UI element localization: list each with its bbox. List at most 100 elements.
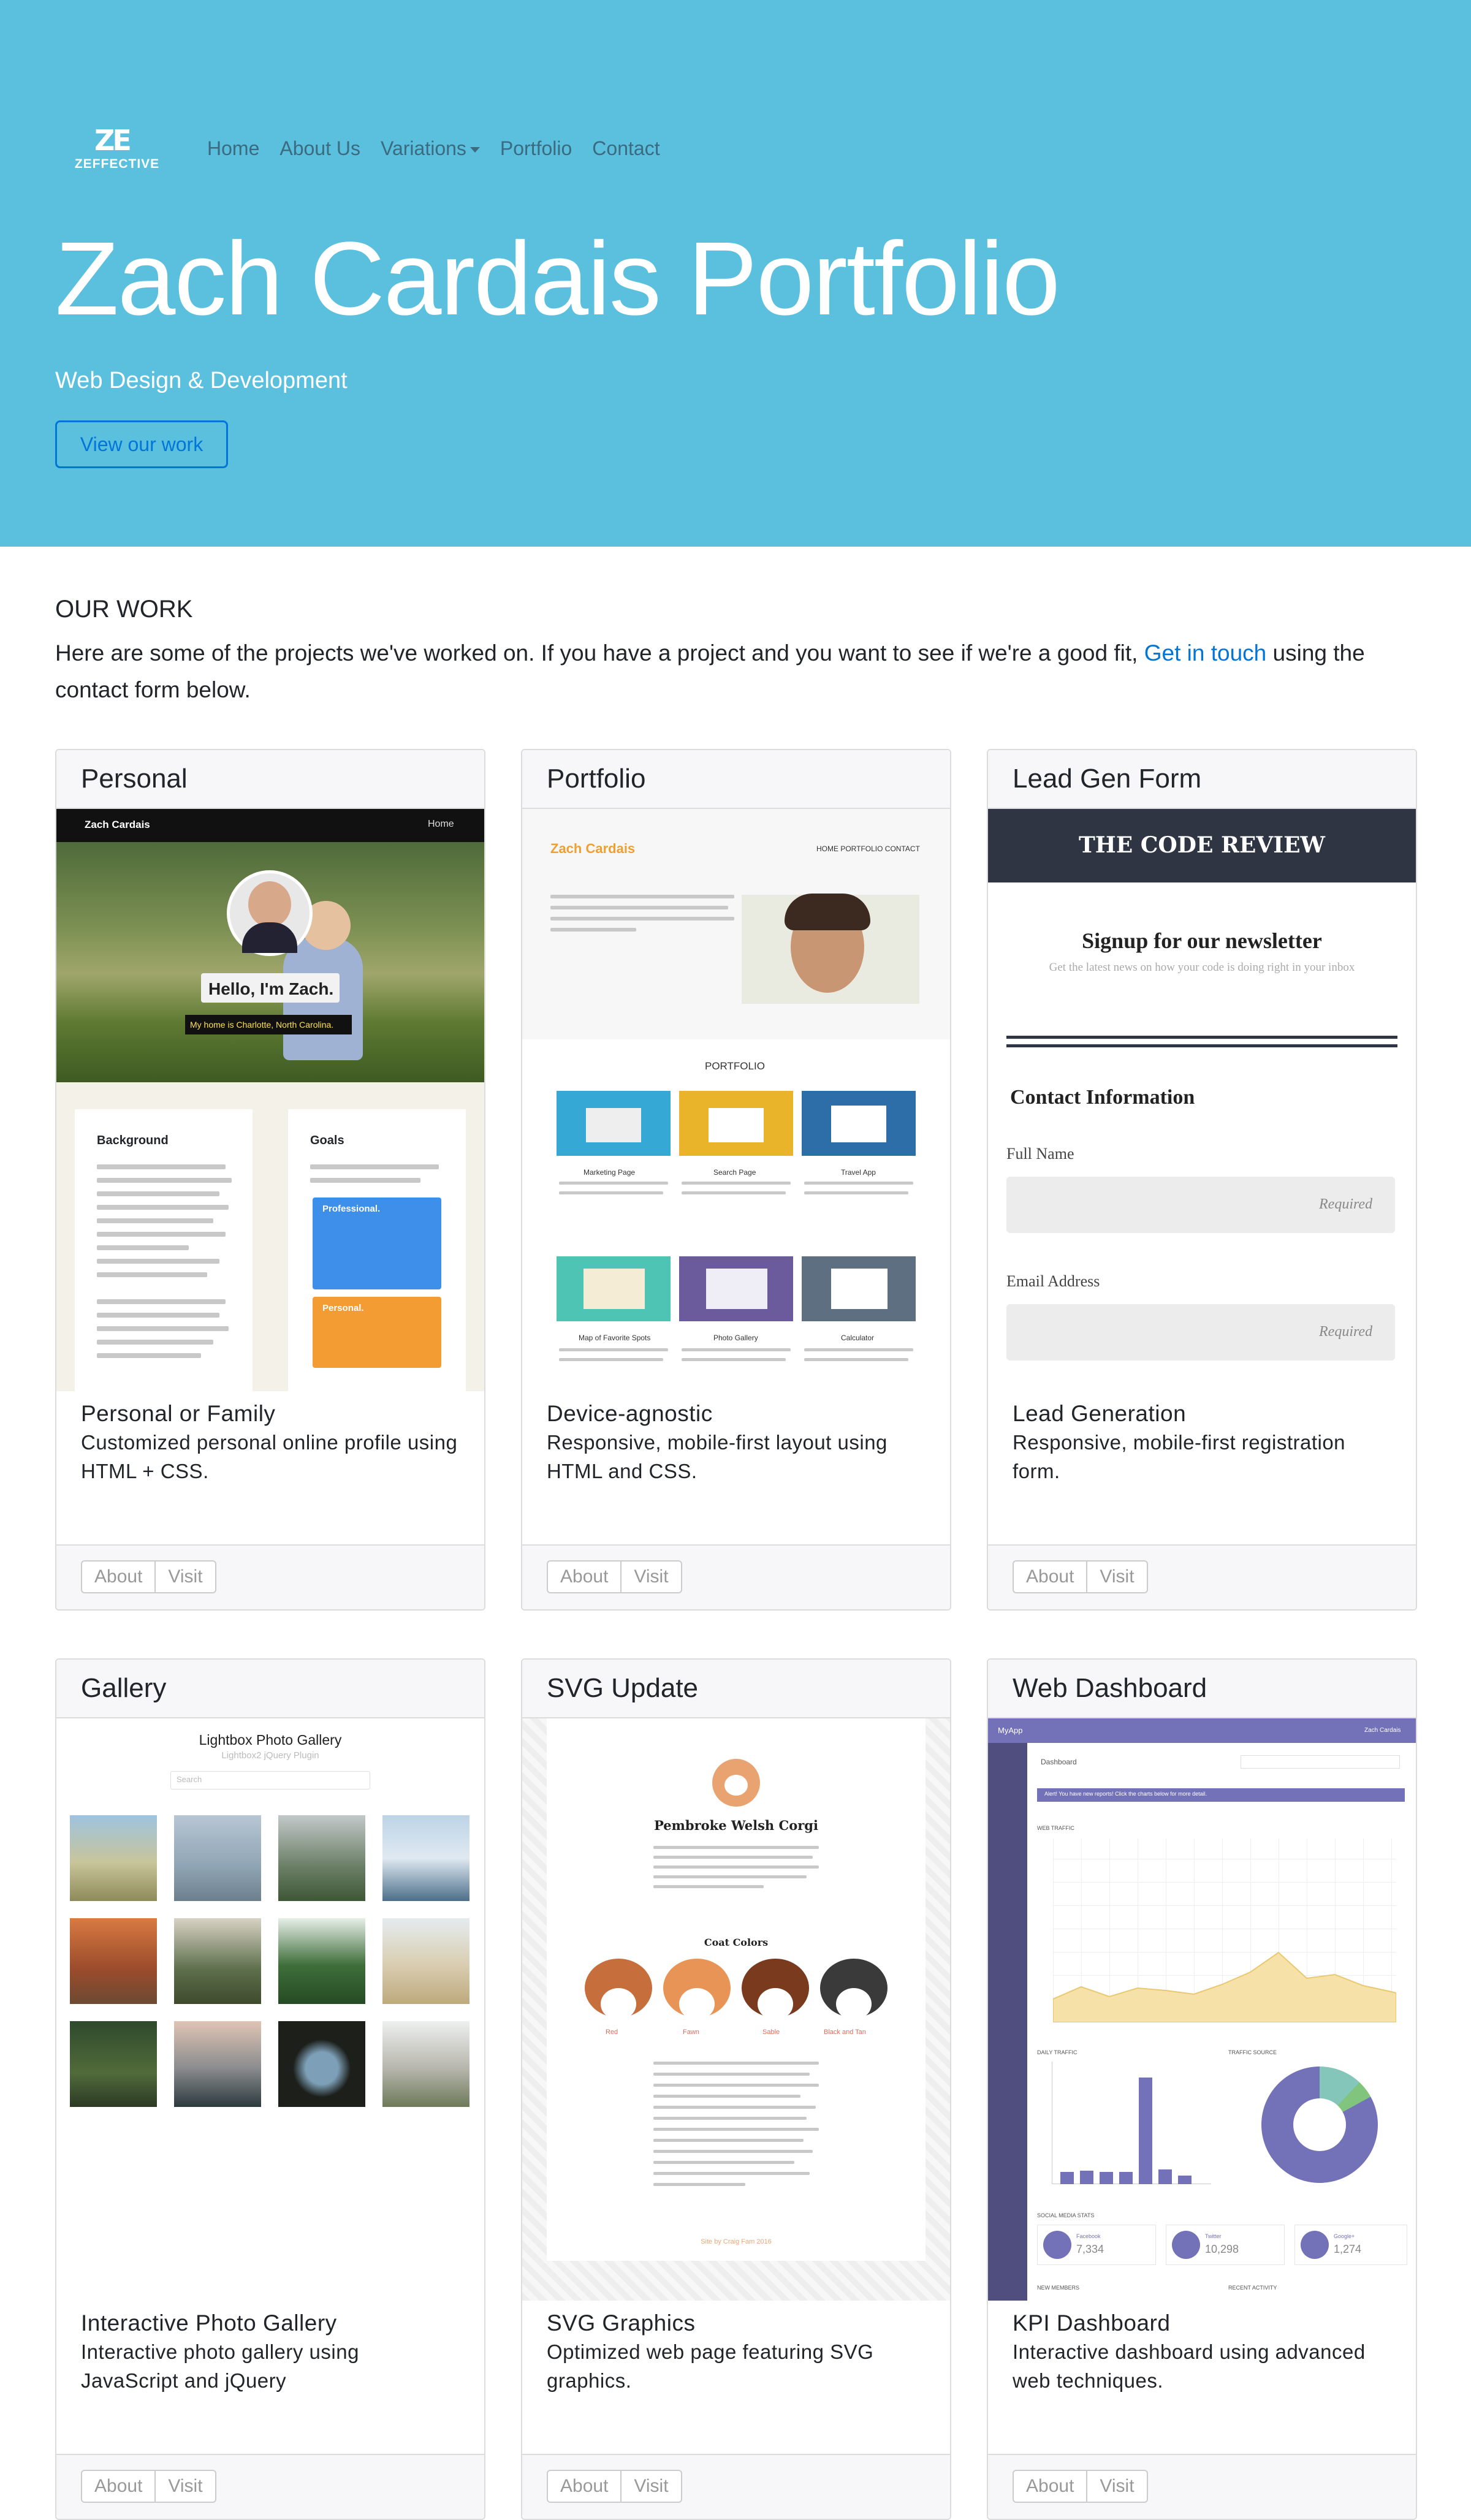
card-title: Personal or Family <box>81 1401 276 1426</box>
card-text: Optimized web page featuring SVG graphic… <box>547 2340 874 2392</box>
caret-down-icon <box>469 147 480 153</box>
project-card-svg: SVG Update Pembroke Welsh Corgi Coat Col… <box>521 1658 951 2520</box>
card-header: Personal <box>56 750 484 809</box>
card-footer: About Visit <box>988 1544 1416 1609</box>
thumb-social-count: 7,334 <box>1076 2243 1104 2255</box>
card-body: Device-agnostic Responsive, mobile-first… <box>522 1391 950 1544</box>
nav-variations-label: Variations <box>380 137 466 159</box>
main-nav: Home About Us Variations Portfolio Conta… <box>207 136 680 161</box>
thumb-item: Marketing Page <box>583 1168 636 1177</box>
thumb-new-members: NEW MEMBERS <box>1037 2285 1080 2291</box>
logo-mark: ZE <box>94 124 132 157</box>
page-title: Zach Cardais Portfolio <box>55 221 1060 337</box>
thumb-color: Sable <box>762 2029 780 2036</box>
svg-thumbnail[interactable]: Pembroke Welsh Corgi Coat Colors Red Faw… <box>522 1718 950 2301</box>
visit-button[interactable]: Visit <box>156 1560 216 1593</box>
card-footer: About Visit <box>56 2454 484 2519</box>
card-title: Interactive Photo Gallery <box>81 2310 337 2336</box>
thumb-social-name: Facebook <box>1076 2233 1101 2239</box>
thumb-item: Travel App <box>841 1168 876 1177</box>
thumb-social-count: 1,274 <box>1334 2243 1362 2255</box>
get-in-touch-link[interactable]: Get in touch <box>1144 640 1267 666</box>
thumb-credit: Site by Craig Fam 2016 <box>701 2238 772 2245</box>
thumb-goals-title: Goals <box>310 1134 344 1147</box>
card-footer: About Visit <box>56 1544 484 1609</box>
card-footer: About Visit <box>522 2454 950 2519</box>
thumb-full-name: Full Name <box>1006 1145 1074 1163</box>
web-traffic-area-chart <box>1053 1951 1396 2022</box>
card-button-group: About Visit <box>1013 1560 1391 1593</box>
portfolio-site-thumbnail[interactable]: Zach Cardais HOME PORTFOLIO CONTACT PORT… <box>522 809 950 1391</box>
about-button[interactable]: About <box>547 2470 622 2503</box>
project-card-gallery: Gallery Lightbox Photo Gallery Lightbox2… <box>55 1658 485 2520</box>
card-header: SVG Update <box>522 1660 950 1718</box>
thumb-recent: RECENT ACTIVITY <box>1228 2285 1277 2291</box>
about-button[interactable]: About <box>547 1560 622 1593</box>
project-card-personal: Personal Zach Cardais Home Hello, I'm Za… <box>55 749 485 1611</box>
logo-wordmark: ZEFFECTIVE <box>74 157 160 171</box>
card-button-group: About Visit <box>547 2470 926 2503</box>
project-card-lead-gen: Lead Gen Form THE CODE REVIEW Signup for… <box>987 749 1417 1611</box>
thumb-required: Required <box>1319 1324 1373 1340</box>
card-body: KPI Dashboard Interactive dashboard usin… <box>988 2301 1416 2454</box>
about-button[interactable]: About <box>81 2470 156 2503</box>
thumb-hello: Hello, I'm Zach. <box>208 979 334 998</box>
thumb-contact: Contact Information <box>1010 1086 1195 1109</box>
thumb-coat-colors: Coat Colors <box>704 1937 769 1948</box>
twitter-icon <box>1172 2231 1200 2259</box>
thumb-nav: Home <box>428 819 454 829</box>
thumb-source: TRAFFIC SOURCE <box>1228 2049 1277 2055</box>
nav-contact[interactable]: Contact <box>592 136 659 161</box>
thumb-user: Zach Cardais <box>1364 1727 1401 1734</box>
our-work-intro: Here are some of the projects we've work… <box>55 635 1416 708</box>
nav-home[interactable]: Home <box>207 136 259 161</box>
card-body: Personal or Family Customized personal o… <box>56 1391 484 1544</box>
card-header: Lead Gen Form <box>988 750 1416 809</box>
card-text: Responsive, mobile-first layout using HT… <box>547 1431 888 1482</box>
thumb-daily: DAILY TRAFFIC <box>1037 2049 1078 2055</box>
thumb-brand: Zach Cardais <box>550 841 636 856</box>
visit-button[interactable]: Visit <box>156 2470 216 2503</box>
thumb-professional: Professional. <box>322 1204 381 1214</box>
card-button-group: About Visit <box>81 2470 460 2503</box>
thumb-gallery-title: Lightbox Photo Gallery <box>199 1732 342 1748</box>
card-body: Lead Generation Responsive, mobile-first… <box>988 1391 1416 1544</box>
card-button-group: About Visit <box>81 1560 460 1593</box>
card-text: Interactive photo gallery using JavaScri… <box>81 2340 359 2392</box>
project-card-dashboard: Web Dashboard MyApp Zach Cardais Dashboa… <box>987 1658 1417 2520</box>
gallery-thumbnail[interactable]: Lightbox Photo Gallery Lightbox2 jQuery … <box>56 1718 484 2301</box>
thumb-gallery-sub: Lightbox2 jQuery Plugin <box>221 1750 319 1761</box>
visit-button[interactable]: Visit <box>621 2470 682 2503</box>
hero-banner: ZE ZEFFECTIVE Home About Us Variations P… <box>0 0 1471 547</box>
nav-variations[interactable]: Variations <box>381 136 480 161</box>
dashboard-thumbnail[interactable]: MyApp Zach Cardais Dashboard Alert! You … <box>988 1718 1416 2301</box>
card-header: Web Dashboard <box>988 1660 1416 1718</box>
thumb-item: Calculator <box>841 1334 875 1342</box>
dashboard-sidebar <box>988 1743 1027 2301</box>
visit-button[interactable]: Visit <box>621 1560 682 1593</box>
thumb-svg-heading: Pembroke Welsh Corgi <box>654 1818 818 1833</box>
zeffective-logo[interactable]: ZE ZEFFECTIVE <box>72 126 162 175</box>
thumb-brand: Zach Cardais <box>85 819 150 830</box>
daily-traffic-bar-chart <box>1052 2062 1211 2184</box>
about-button[interactable]: About <box>81 1560 156 1593</box>
card-text: Interactive dashboard using advanced web… <box>1013 2340 1366 2392</box>
thumb-traffic: WEB TRAFFIC <box>1037 1825 1074 1831</box>
visit-button[interactable]: Visit <box>1087 2470 1148 2503</box>
project-card-portfolio: Portfolio Zach Cardais HOME PORTFOLIO CO… <box>521 749 951 1611</box>
card-body: Interactive Photo Gallery Interactive ph… <box>56 2301 484 2454</box>
nav-about-us[interactable]: About Us <box>279 136 360 161</box>
thumb-social-count: 10,298 <box>1205 2243 1239 2255</box>
thumb-signup-sub: Get the latest news on how your code is … <box>1049 961 1355 974</box>
facebook-icon <box>1043 2231 1071 2259</box>
about-button[interactable]: About <box>1013 2470 1088 2503</box>
visit-button[interactable]: Visit <box>1087 1560 1148 1593</box>
card-title: Lead Generation <box>1013 1401 1187 1426</box>
thumb-required: Required <box>1319 1196 1373 1212</box>
about-button[interactable]: About <box>1013 1560 1088 1593</box>
personal-site-thumbnail[interactable]: Zach Cardais Home Hello, I'm Zach. My ho… <box>56 809 484 1391</box>
view-work-button[interactable]: View our work <box>55 420 228 468</box>
lead-gen-thumbnail[interactable]: THE CODE REVIEW Signup for our newslette… <box>988 809 1416 1391</box>
nav-portfolio[interactable]: Portfolio <box>500 136 572 161</box>
card-body: SVG Graphics Optimized web page featurin… <box>522 2301 950 2454</box>
